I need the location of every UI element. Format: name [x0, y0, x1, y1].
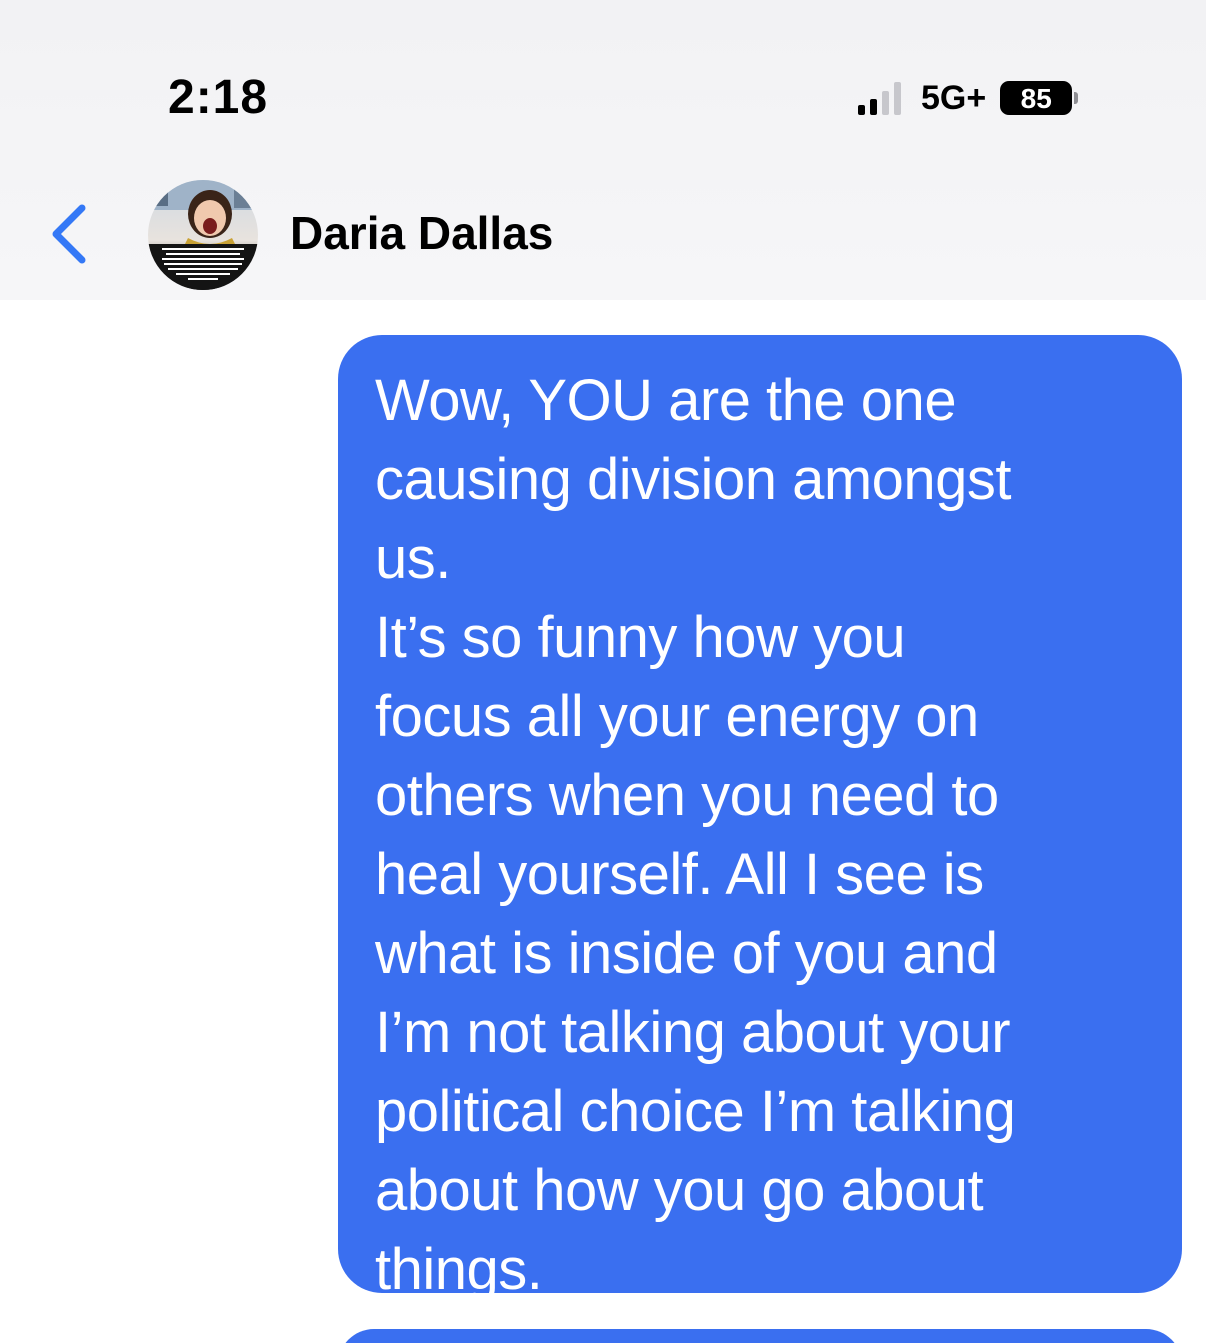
- messages-screen: 2:18 5G+ 85 Daria Dallas Wow, YOU are th…: [0, 0, 1206, 1343]
- battery-level: 85: [1000, 81, 1073, 115]
- next-message-bubble[interactable]: [338, 1329, 1182, 1343]
- avatar[interactable]: [148, 180, 258, 290]
- cellular-signal-icon: [858, 81, 901, 115]
- battery-icon: 85: [1000, 81, 1079, 115]
- message-text: Wow, YOU are the one causing division am…: [375, 368, 1016, 1302]
- chevron-left-icon: [52, 204, 86, 264]
- avatar-image: [148, 180, 258, 290]
- contact-name[interactable]: Daria Dallas: [290, 206, 553, 260]
- battery-tip: [1074, 92, 1079, 104]
- status-time: 2:18: [168, 71, 269, 124]
- back-button[interactable]: [40, 196, 100, 272]
- status-indicators: 5G+ 85: [858, 78, 1079, 118]
- header-area: 2:18 5G+ 85 Daria Dallas: [0, 0, 1206, 300]
- outgoing-message-bubble[interactable]: Wow, YOU are the one causing division am…: [338, 335, 1182, 1302]
- network-type: 5G+: [921, 78, 987, 117]
